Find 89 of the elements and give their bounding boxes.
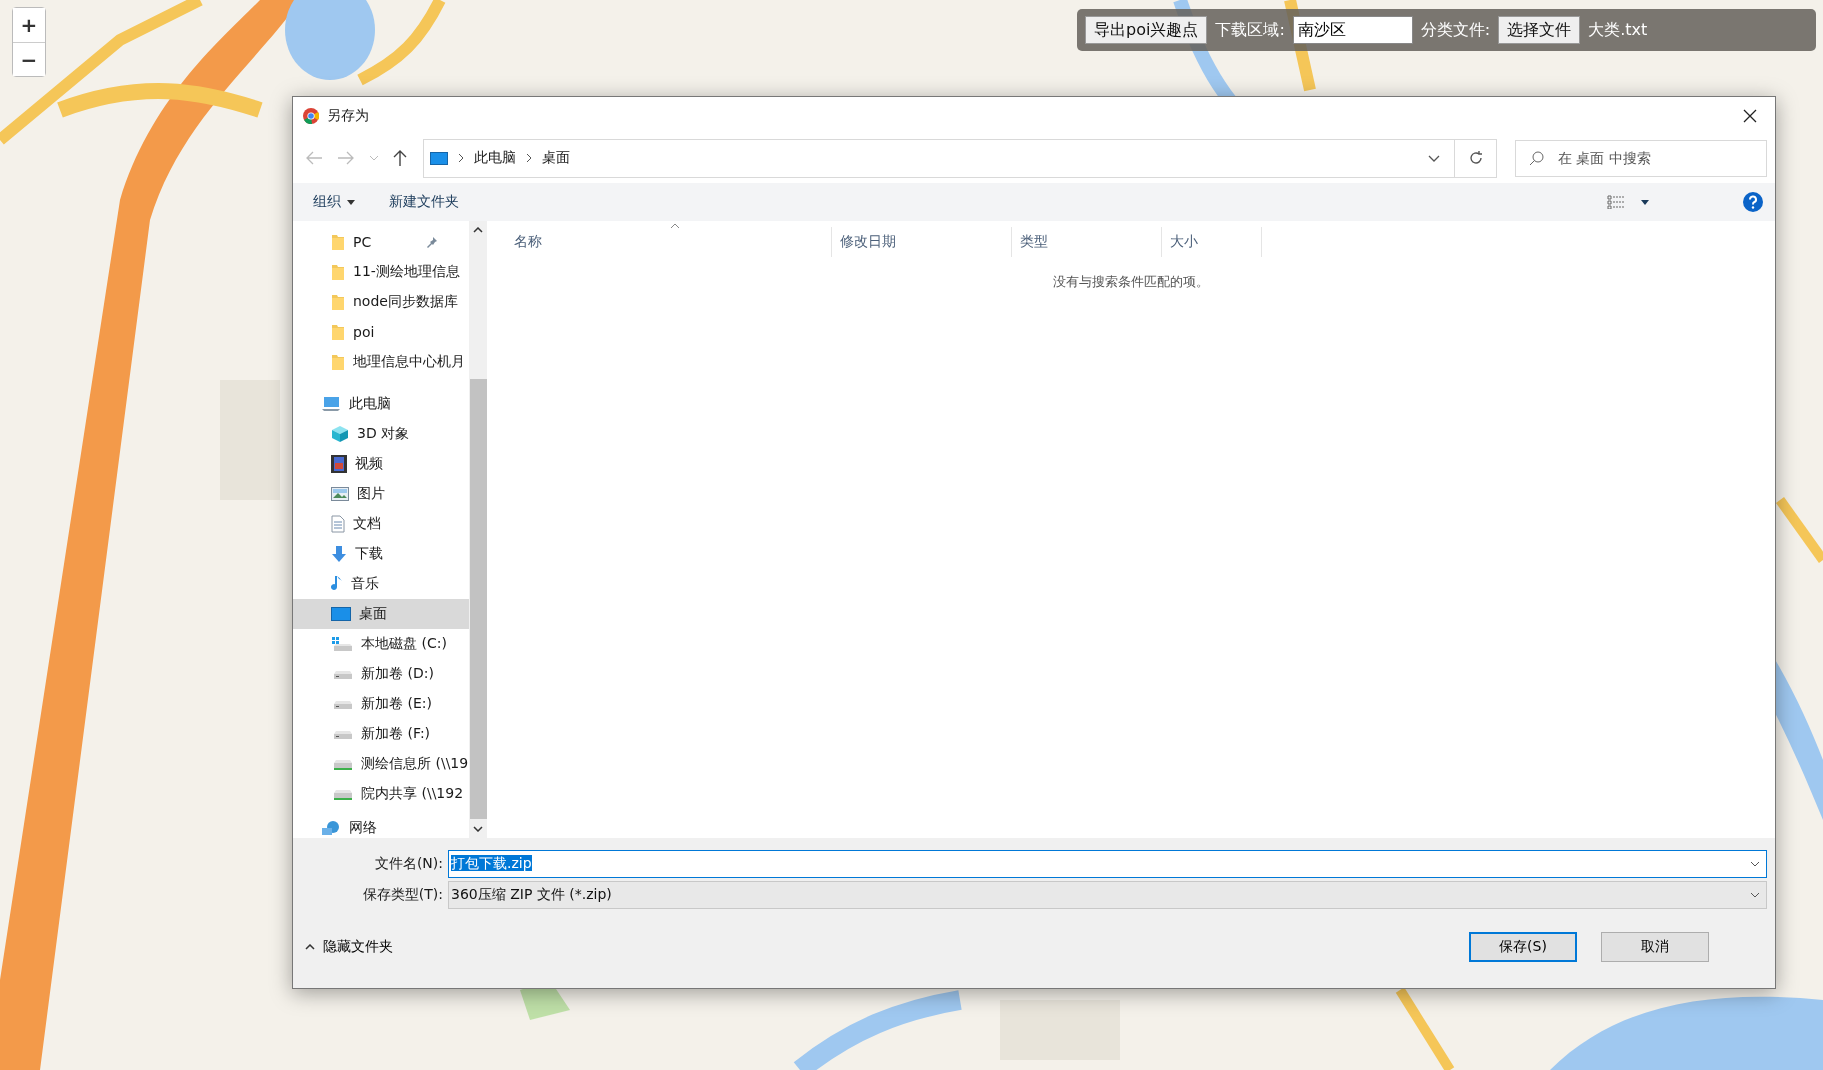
- folder-icon: [331, 293, 345, 311]
- sidebar-item[interactable]: 桌面: [293, 599, 469, 629]
- file-type-select[interactable]: 360压缩 ZIP 文件 (*.zip): [448, 880, 1767, 909]
- save-button[interactable]: 保存(S): [1469, 932, 1577, 962]
- file-type-label: 保存类型(T):: [361, 885, 443, 904]
- export-button[interactable]: 导出poi兴趣点: [1085, 16, 1208, 44]
- hide-folders-button[interactable]: 隐藏文件夹: [305, 938, 393, 956]
- computer-icon: [321, 396, 341, 412]
- region-label: 下载区域:: [1215, 19, 1285, 41]
- network-drive-icon: [331, 757, 353, 771]
- folder-icon: [331, 323, 345, 341]
- sidebar-item[interactable]: 音乐: [293, 569, 469, 599]
- view-button[interactable]: [1607, 195, 1649, 209]
- column-header[interactable]: 修改日期: [832, 227, 1012, 257]
- folder-icon: [331, 353, 345, 371]
- drive-icon: [331, 698, 353, 710]
- breadcrumb-item[interactable]: 此电脑: [474, 149, 516, 167]
- right-arrow-icon: [337, 151, 355, 165]
- close-icon: [1743, 109, 1757, 123]
- monitor-icon: [430, 151, 448, 165]
- region-field[interactable]: 南沙区: [1292, 16, 1413, 44]
- sidebar-item[interactable]: 图片: [293, 479, 469, 509]
- organize-button[interactable]: 组织: [313, 193, 355, 211]
- drive-icon: [331, 728, 353, 740]
- new-folder-button[interactable]: 新建文件夹: [389, 193, 459, 211]
- drive-icon: [331, 636, 353, 652]
- chevron-icon: [526, 153, 532, 163]
- choose-file-button[interactable]: 选择文件: [1498, 16, 1581, 44]
- sidebar-item[interactable]: 地理信息中心机月: [293, 347, 469, 377]
- column-header[interactable]: 类型: [1012, 227, 1162, 257]
- file-name: 大类.txt: [1588, 19, 1648, 41]
- sidebar-item[interactable]: 此电脑: [293, 389, 469, 419]
- sidebar-item[interactable]: 院内共享 (\\192: [293, 779, 469, 809]
- down-arrow-icon: [331, 545, 347, 563]
- refresh-icon: [1467, 150, 1484, 166]
- chevron-down-icon: [1428, 154, 1440, 162]
- sidebar-item[interactable]: node同步数据库: [293, 287, 469, 317]
- sidebar-item[interactable]: 3D 对象: [293, 419, 469, 449]
- chevron-icon: [458, 153, 464, 163]
- sidebar-item[interactable]: 新加卷 (D:): [293, 659, 469, 689]
- image-icon: [331, 487, 349, 501]
- sidebar-item[interactable]: 下载: [293, 539, 469, 569]
- address-bar[interactable]: 此电脑 桌面: [423, 138, 1497, 178]
- up-arrow-icon: [393, 149, 407, 167]
- network-drive-icon: [331, 787, 353, 801]
- folder-icon: [331, 263, 345, 281]
- sidebar-item[interactable]: PC: [293, 227, 469, 257]
- sidebar-item[interactable]: 新加卷 (E:): [293, 689, 469, 719]
- sidebar-item[interactable]: 本地磁盘 (C:): [293, 629, 469, 659]
- film-icon: [331, 455, 347, 473]
- breadcrumb-item[interactable]: 桌面: [542, 149, 570, 167]
- chevron-down-icon: [369, 155, 379, 161]
- help-button[interactable]: [1743, 192, 1763, 212]
- sidebar-item[interactable]: 文档: [293, 509, 469, 539]
- caret-icon: [347, 199, 355, 205]
- zoom-out-button[interactable]: −: [13, 42, 45, 76]
- document-icon: [331, 515, 345, 533]
- sidebar-item[interactable]: 新加卷 (F:): [293, 719, 469, 749]
- folder-icon: [331, 233, 345, 251]
- search-field[interactable]: 在 桌面 中搜索: [1515, 139, 1767, 177]
- empty-message: 没有与搜索条件匹配的项。: [1053, 273, 1209, 291]
- cancel-button[interactable]: 取消: [1601, 932, 1709, 962]
- caret-icon: [1641, 199, 1649, 205]
- music-note-icon: [331, 575, 343, 593]
- help-icon: [1743, 192, 1763, 212]
- sidebar-item[interactable]: 网络: [293, 813, 469, 838]
- category-label: 分类文件:: [1420, 19, 1491, 41]
- dialog-title: 另存为: [327, 107, 370, 125]
- file-name-field[interactable]: 打包下载.zip: [448, 849, 1767, 878]
- chevron-up-icon: [305, 944, 315, 950]
- drive-icon: [331, 668, 353, 680]
- file-name-label: 文件名(N):: [373, 854, 443, 873]
- left-arrow-icon: [305, 151, 323, 165]
- scrollbar[interactable]: [469, 221, 487, 838]
- cube-icon: [331, 425, 349, 443]
- browser-logo-icon: [303, 108, 319, 124]
- column-header[interactable]: 名称: [487, 227, 832, 257]
- dropdown-icon: [1750, 891, 1760, 898]
- sidebar-item[interactable]: 视频: [293, 449, 469, 479]
- sidebar-item[interactable]: 11-测绘地理信息: [293, 257, 469, 287]
- dropdown-icon: [1750, 860, 1760, 867]
- monitor-icon: [331, 607, 351, 621]
- scroll-down-icon[interactable]: [473, 826, 483, 832]
- globe-icon: [321, 820, 341, 836]
- scroll-up-icon[interactable]: [473, 227, 483, 233]
- sidebar-item[interactable]: poi: [293, 317, 469, 347]
- column-header[interactable]: 大小: [1162, 227, 1262, 257]
- list-view-icon: [1607, 195, 1625, 209]
- sidebar-item[interactable]: 测绘信息所 (\\19: [293, 749, 469, 779]
